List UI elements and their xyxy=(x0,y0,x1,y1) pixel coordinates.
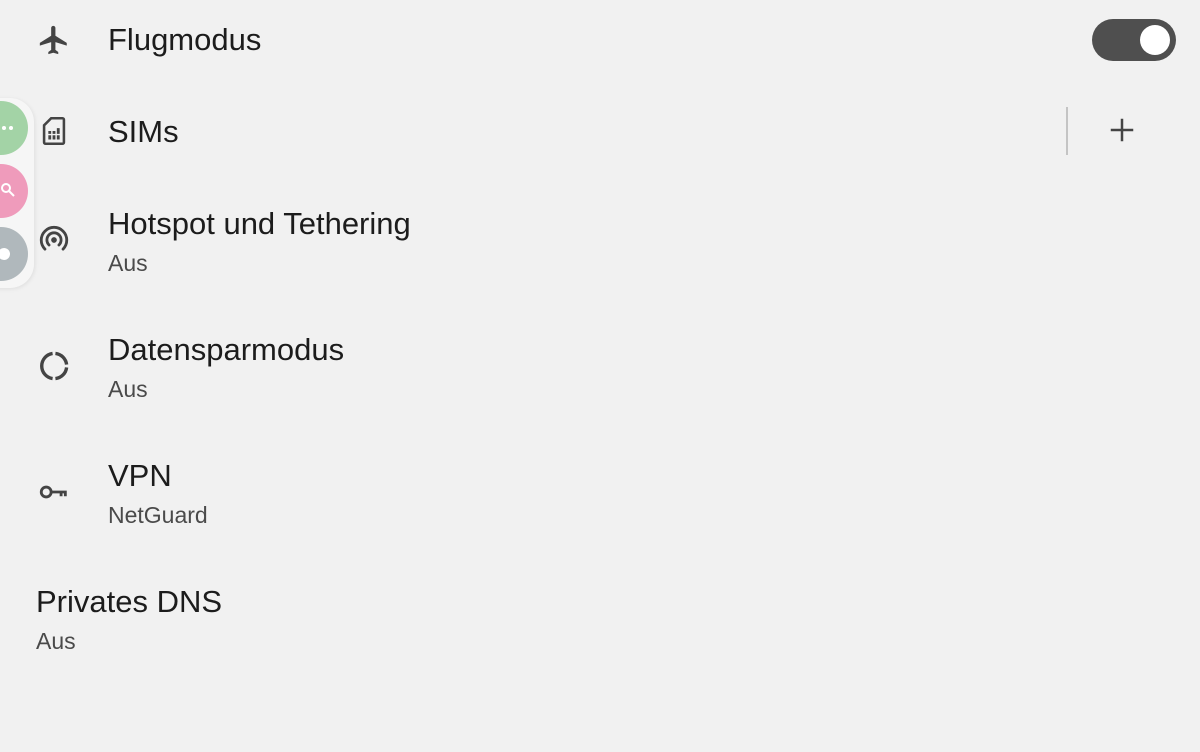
plus-icon xyxy=(1110,118,1134,142)
sims-row[interactable]: SIMs xyxy=(0,90,1200,174)
toggle-knob xyxy=(1140,25,1170,55)
hotspot-row[interactable]: Hotspot und Tethering Aus xyxy=(0,190,1200,300)
airplane-mode-title: Flugmodus xyxy=(108,22,262,57)
hotspot-status: Aus xyxy=(108,250,148,276)
private-dns-row[interactable]: Privates DNS Aus xyxy=(0,568,1200,678)
vpn-row[interactable]: VPN NetGuard xyxy=(0,442,1200,552)
data-saver-title: Datensparmodus xyxy=(108,332,345,367)
key-icon xyxy=(36,474,72,510)
data-saver-status: Aus xyxy=(108,376,148,402)
vpn-status: NetGuard xyxy=(108,502,208,528)
private-dns-title: Privates DNS xyxy=(36,584,223,619)
vpn-title: VPN xyxy=(108,458,172,493)
search-icon xyxy=(1,183,15,197)
pin-icon xyxy=(0,248,10,260)
hotspot-title: Hotspot und Tethering xyxy=(108,206,411,241)
data-saver-icon xyxy=(36,348,72,384)
data-saver-row[interactable]: Datensparmodus Aus xyxy=(0,316,1200,426)
sims-divider xyxy=(1066,107,1068,155)
airplane-icon xyxy=(36,22,72,58)
private-dns-status: Aus xyxy=(36,628,76,654)
sims-title: SIMs xyxy=(108,114,179,149)
hotspot-icon xyxy=(36,222,72,258)
add-sim-button[interactable] xyxy=(1102,110,1142,150)
airplane-mode-toggle[interactable] xyxy=(1092,19,1176,61)
more-dots-icon xyxy=(2,126,13,130)
network-settings-screen: Flugmodus SIMs Hotspot und Tethering Aus… xyxy=(0,0,1200,752)
sim-card-icon xyxy=(36,113,72,149)
airplane-mode-row[interactable]: Flugmodus xyxy=(0,0,1200,82)
